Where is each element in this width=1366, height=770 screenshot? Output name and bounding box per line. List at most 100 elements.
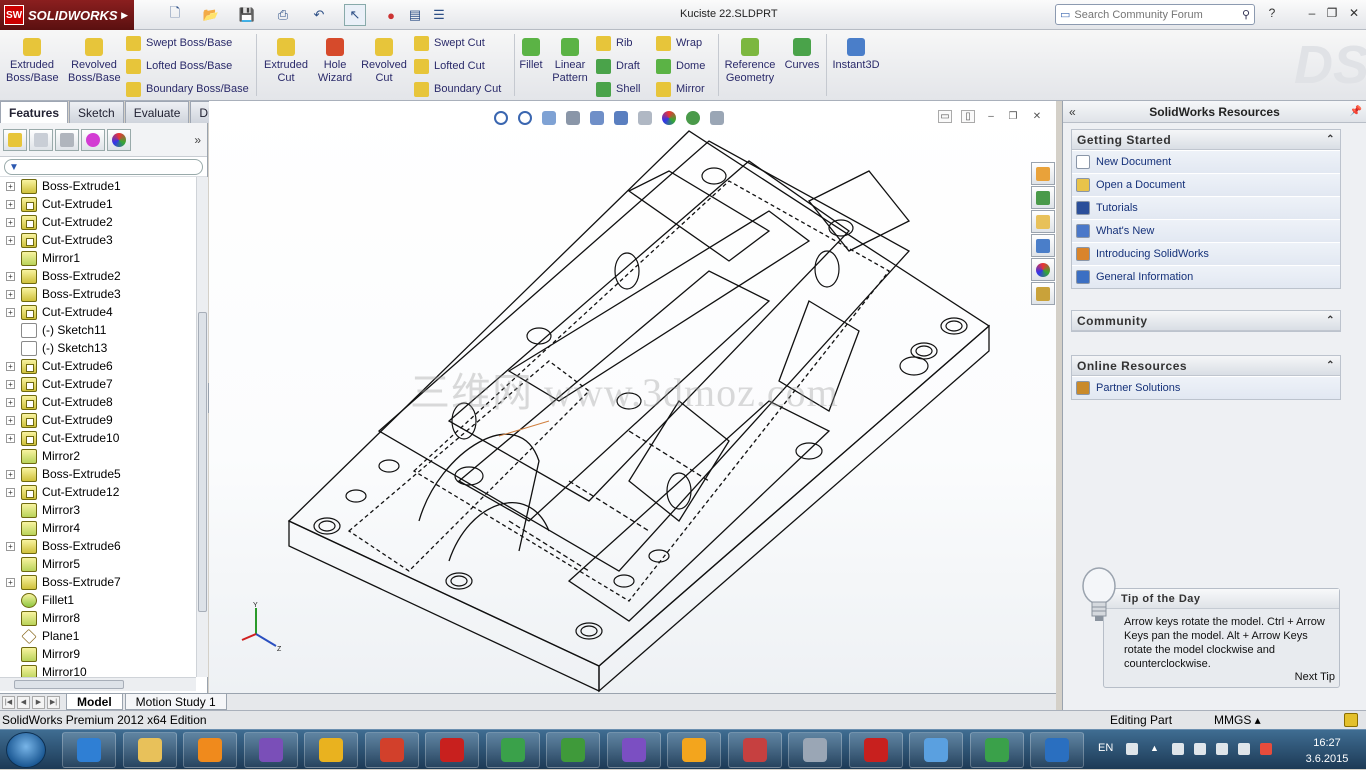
- extruded-cut-button[interactable]: Extruded Cut: [260, 38, 312, 85]
- tree-item[interactable]: Mirror9: [0, 645, 196, 663]
- rib-button[interactable]: Rib: [596, 34, 633, 52]
- boundary-cut-button[interactable]: Boundary Cut: [414, 80, 501, 98]
- tree-item[interactable]: + Boss-Extrude1: [0, 177, 196, 195]
- expand-toggle-icon[interactable]: +: [6, 361, 15, 371]
- resource-link[interactable]: Introducing SolidWorks: [1072, 242, 1340, 265]
- revolved-boss-button[interactable]: Revolved Boss/Base: [68, 38, 121, 85]
- minimize-button[interactable]: –: [1304, 6, 1320, 20]
- tree-item[interactable]: + Cut-Extrude2: [0, 213, 196, 231]
- zoom-to-fit-icon[interactable]: [490, 108, 512, 128]
- taskbar-app-button[interactable]: [667, 732, 721, 768]
- expand-toggle-icon[interactable]: +: [6, 181, 15, 191]
- taskbar-app-button[interactable]: [425, 732, 479, 768]
- taskbar-app-button[interactable]: [485, 732, 540, 768]
- design-library-tab-icon[interactable]: [1031, 186, 1055, 209]
- split-view-vertical-icon[interactable]: ▯: [961, 110, 975, 123]
- expand-toggle-icon[interactable]: +: [6, 379, 15, 389]
- view-settings-icon[interactable]: [706, 108, 728, 128]
- expand-toggle-icon[interactable]: +: [6, 433, 15, 443]
- network-icon[interactable]: [1194, 743, 1206, 755]
- taskbar-app-button[interactable]: [243, 732, 298, 768]
- taskbar-app-button[interactable]: [364, 732, 419, 768]
- expand-toggle-icon[interactable]: +: [6, 415, 15, 425]
- expand-toggle-icon[interactable]: +: [6, 487, 15, 497]
- draft-button[interactable]: Draft: [596, 57, 640, 75]
- extruded-boss-button[interactable]: Extruded Boss/Base: [6, 38, 59, 85]
- tree-item[interactable]: Mirror8: [0, 609, 196, 627]
- view-orientation-icon[interactable]: [586, 108, 608, 128]
- display-style-icon[interactable]: [610, 108, 632, 128]
- taskbar-app-button[interactable]: [848, 732, 903, 768]
- tab-model[interactable]: Model: [66, 694, 123, 710]
- tree-horizontal-scrollbar[interactable]: [0, 677, 196, 691]
- expand-toggle-icon[interactable]: +: [6, 469, 15, 479]
- viewport-restore-button[interactable]: ❐: [1006, 110, 1020, 123]
- split-view-horizontal-icon[interactable]: ▭: [938, 110, 952, 123]
- collapse-chevron-icon[interactable]: ⌃: [1326, 315, 1335, 326]
- viewport-minimize-button[interactable]: –: [984, 110, 998, 123]
- tab-evaluate[interactable]: Evaluate: [124, 101, 190, 123]
- tree-item[interactable]: + Cut-Extrude12: [0, 483, 196, 501]
- appearances-tab-icon[interactable]: [1031, 258, 1055, 281]
- rebuild-status-icon[interactable]: [1344, 713, 1358, 727]
- next-tab-icon[interactable]: ▶: [32, 695, 45, 709]
- first-tab-icon[interactable]: |◀: [2, 695, 15, 709]
- taskbar-app-button[interactable]: [1030, 732, 1084, 768]
- expand-toggle-icon[interactable]: +: [6, 289, 15, 299]
- wrap-button[interactable]: Wrap: [656, 34, 702, 52]
- configuration-manager-tab-icon[interactable]: [55, 128, 79, 151]
- home-resources-tab-icon[interactable]: [1031, 162, 1055, 185]
- taskbar-app-button[interactable]: [727, 732, 782, 768]
- tree-item[interactable]: + Cut-Extrude8: [0, 393, 196, 411]
- resource-link[interactable]: Tutorials: [1072, 196, 1340, 219]
- tree-item[interactable]: + Cut-Extrude1: [0, 195, 196, 213]
- resource-link[interactable]: What's New: [1072, 219, 1340, 242]
- resource-link[interactable]: General Information: [1072, 265, 1340, 288]
- collapse-chevron-icon[interactable]: ⌃: [1326, 360, 1335, 371]
- edit-appearance-icon[interactable]: [658, 108, 680, 128]
- tree-filter-input[interactable]: ▼: [4, 159, 203, 175]
- solidworks-menu-button[interactable]: SW SOLIDWORKS ▶: [0, 0, 134, 30]
- reference-geometry-button[interactable]: Reference Geometry: [722, 38, 778, 85]
- tab-sketch[interactable]: Sketch: [69, 101, 124, 123]
- tree-item[interactable]: + Boss-Extrude3: [0, 285, 196, 303]
- taskbar-app-button[interactable]: [606, 732, 661, 768]
- instant3d-button[interactable]: Instant3D: [830, 38, 882, 72]
- section-view-icon[interactable]: [562, 108, 584, 128]
- unit-system[interactable]: MMGS ▴: [1214, 713, 1261, 727]
- language-indicator[interactable]: EN: [1098, 742, 1113, 754]
- tree-item[interactable]: + Cut-Extrude7: [0, 375, 196, 393]
- taskbar-app-button[interactable]: [62, 732, 116, 768]
- shell-button[interactable]: Shell: [596, 80, 640, 98]
- dome-button[interactable]: Dome: [656, 57, 705, 75]
- tree-item[interactable]: + Cut-Extrude6: [0, 357, 196, 375]
- search-icon[interactable]: ⚲: [1242, 8, 1250, 21]
- viewport-close-button[interactable]: ✕: [1030, 110, 1044, 123]
- lofted-boss-button[interactable]: Lofted Boss/Base: [126, 57, 232, 75]
- tree-item[interactable]: + Cut-Extrude9: [0, 411, 196, 429]
- tree-item[interactable]: (-) Sketch11: [0, 321, 196, 339]
- zoom-to-area-icon[interactable]: [514, 108, 536, 128]
- expand-panel-icon[interactable]: »: [194, 133, 201, 147]
- expand-toggle-icon[interactable]: +: [6, 217, 15, 227]
- apply-scene-icon[interactable]: [682, 108, 704, 128]
- expand-toggle-icon[interactable]: +: [6, 235, 15, 245]
- power-icon[interactable]: [1216, 743, 1228, 755]
- scrollbar-thumb[interactable]: [198, 312, 207, 612]
- expand-toggle-icon[interactable]: +: [6, 271, 15, 281]
- action-center-icon[interactable]: [1172, 743, 1184, 755]
- tree-vertical-scrollbar[interactable]: [196, 177, 208, 677]
- resource-link[interactable]: New Document: [1072, 150, 1340, 173]
- curves-button[interactable]: Curves: [782, 38, 822, 72]
- swept-boss-button[interactable]: Swept Boss/Base: [126, 34, 232, 52]
- save-icon[interactable]: 💾: [236, 4, 258, 26]
- expand-toggle-icon[interactable]: +: [6, 307, 15, 317]
- expand-toggle-icon[interactable]: +: [6, 199, 15, 209]
- options-icon[interactable]: ☰: [428, 4, 450, 26]
- show-hidden-icons-icon[interactable]: ▲: [1150, 743, 1162, 755]
- hole-wizard-button[interactable]: Hole Wizard: [314, 38, 356, 85]
- open-icon[interactable]: 📂: [200, 4, 222, 26]
- expand-toggle-icon[interactable]: +: [6, 541, 15, 551]
- section-header[interactable]: Community ⌃: [1072, 311, 1340, 331]
- tree-item[interactable]: + Cut-Extrude4: [0, 303, 196, 321]
